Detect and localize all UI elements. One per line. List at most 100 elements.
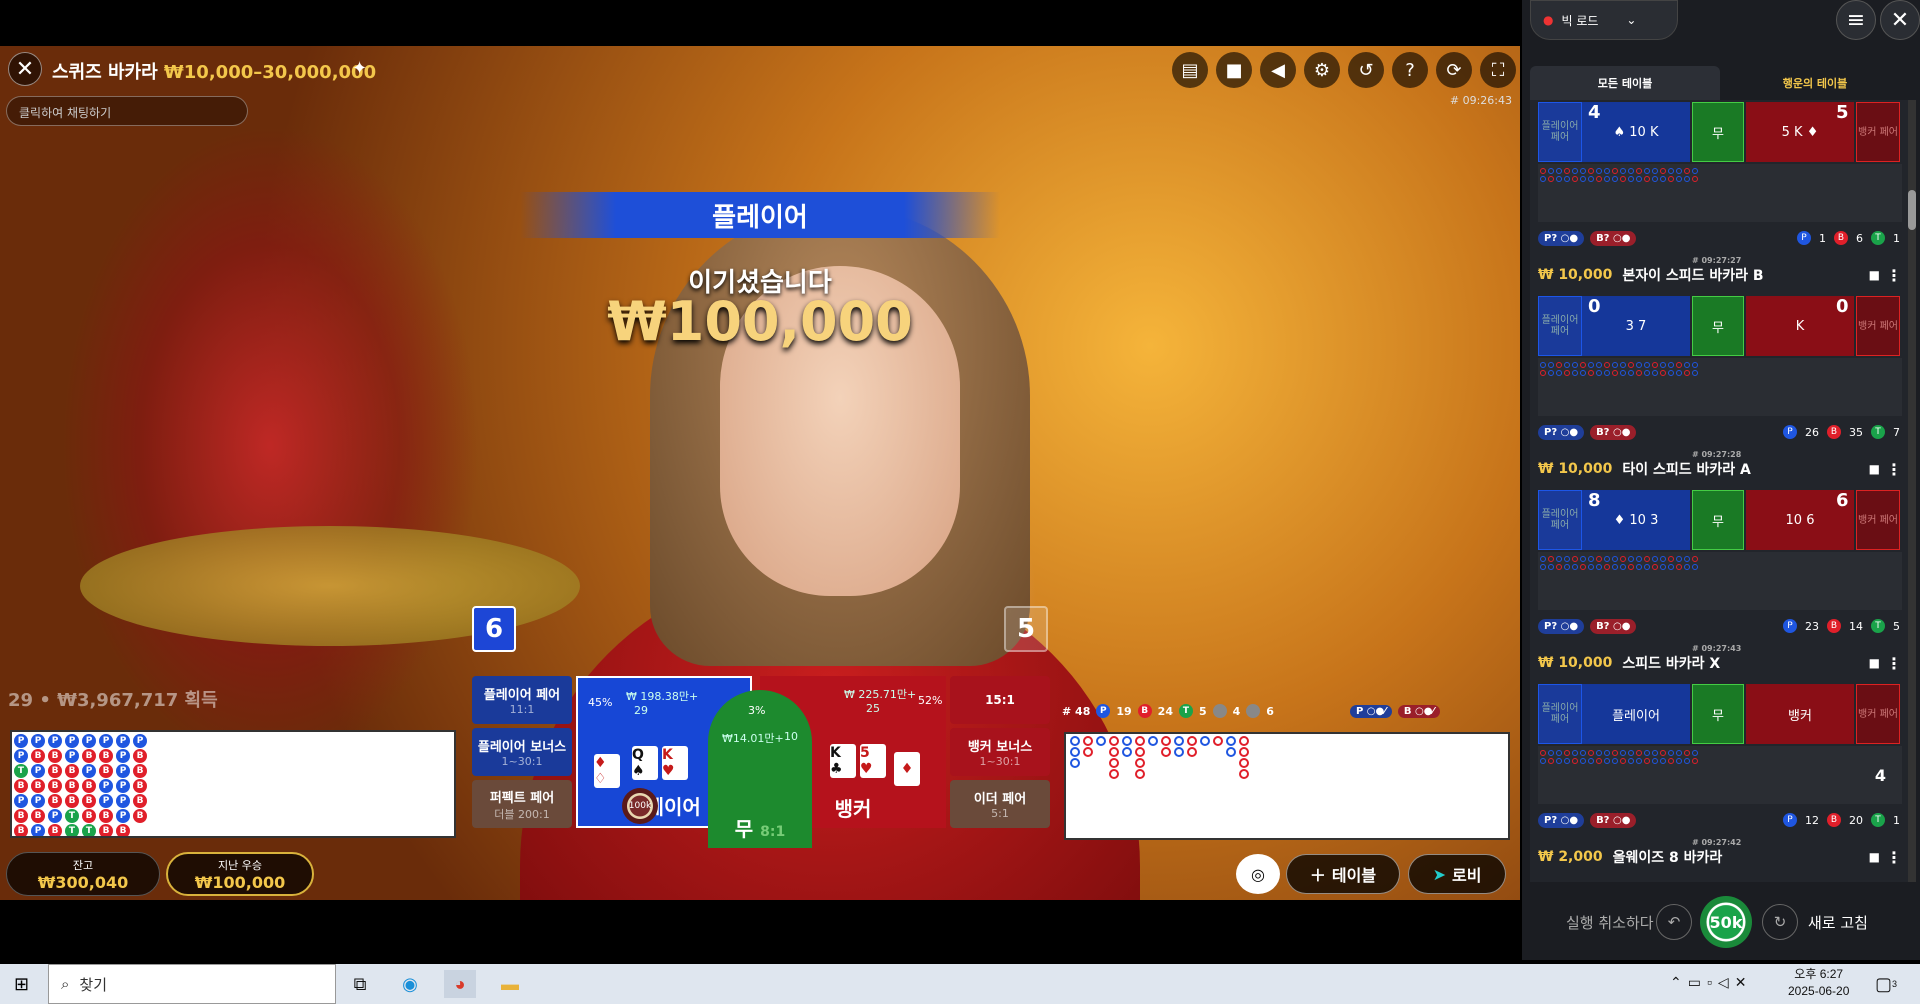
- either-pair-bet[interactable]: 이더 페어 5:1: [950, 780, 1050, 828]
- menu-icon: ≡: [1846, 7, 1866, 33]
- video-icon[interactable]: ■: [1869, 850, 1880, 864]
- chrome-icon[interactable]: ◕: [444, 970, 476, 998]
- player-pair-spot[interactable]: 플레이어 페어: [1538, 102, 1582, 162]
- video-icon[interactable]: ■: [1216, 52, 1252, 88]
- table-card[interactable]: ₩ 2,000 올웨이즈 8 바카라 # 09:27:42 ■ ⋮: [1530, 838, 1910, 876]
- banker-spot[interactable]: 뱅커: [1746, 684, 1854, 744]
- clock[interactable]: 오후 6:27 2025-06-20: [1788, 966, 1849, 1000]
- lobby-button[interactable]: ➤ 로비: [1408, 854, 1506, 894]
- tie-spot[interactable]: 무: [1692, 490, 1744, 550]
- table-card[interactable]: ₩ 10,000 스피드 바카라 X # 09:27:43 ■ ⋮ 플레이어 페어 플레이어…: [1530, 644, 1910, 836]
- player-predict[interactable]: P? ○●: [1538, 424, 1585, 440]
- banker-bonus-bet[interactable]: 뱅커 보너스 1~30:1: [950, 728, 1050, 776]
- table-min-bet: ₩ 2,000: [1538, 849, 1603, 865]
- chip-selector[interactable]: 50k: [1700, 896, 1752, 948]
- big-road-mark: [1135, 747, 1145, 757]
- video-icon[interactable]: ■: [1869, 656, 1880, 670]
- player-pair-spot[interactable]: 플레이어 페어: [1538, 490, 1582, 550]
- tie-bet-amount: ₩14.01만+: [722, 732, 784, 745]
- rotate-icon[interactable]: ⟳: [1436, 52, 1472, 88]
- add-table-button[interactable]: ＋ 테이블: [1286, 854, 1400, 894]
- help-icon[interactable]: ?: [1392, 52, 1428, 88]
- more-icon[interactable]: ⋮: [1886, 266, 1902, 285]
- player-predict[interactable]: P? ○●: [1538, 618, 1585, 634]
- big-road-mark: [1070, 747, 1080, 757]
- table-name: 올웨이즈 8 바카라: [1612, 850, 1723, 866]
- table-card[interactable]: ₩ 10,000 본자이 스피드 바카라 B # 09:27:27 ■ ⋮ 플레이어 페어…: [1530, 256, 1910, 448]
- close-button[interactable]: ✕: [8, 52, 42, 86]
- more-icon[interactable]: ⋮: [1886, 460, 1902, 479]
- big-road-mark: [1226, 736, 1236, 746]
- big-road-mark: [1213, 736, 1223, 746]
- player-predict[interactable]: P? ○●: [1538, 812, 1585, 828]
- banker-predict[interactable]: B? ○●: [1590, 618, 1637, 634]
- undo-button[interactable]: ↶: [1656, 904, 1692, 940]
- task-view-icon[interactable]: ⧉: [344, 970, 376, 998]
- edge-icon[interactable]: ◉: [394, 970, 426, 998]
- table-card[interactable]: ₩ 10,000 타이 스피드 바카라 A # 09:27:28 ■ ⋮ 플레이어 페어 ♦…: [1530, 450, 1910, 642]
- more-icon[interactable]: ⋮: [1886, 848, 1902, 867]
- banker-pair-spot[interactable]: 뱅커 페어: [1856, 296, 1900, 356]
- banker-predict[interactable]: B? ○●: [1590, 424, 1637, 440]
- panel-scrollbar[interactable]: [1908, 100, 1916, 882]
- chat-input[interactable]: 클릭하여 채팅하기: [6, 96, 248, 126]
- tab-lucky-tables[interactable]: 행운의 테이블: [1720, 66, 1910, 100]
- banker-pair-spot[interactable]: 뱅커 페어: [1856, 490, 1900, 550]
- banker-pair-spot[interactable]: 뱅커 페어: [1856, 102, 1900, 162]
- player-spot[interactable]: 플레이어: [1582, 684, 1690, 744]
- big-road-mark: [1109, 736, 1119, 746]
- notification-icon[interactable]: ▢ 3: [1870, 970, 1902, 998]
- road-type-select[interactable]: ● 빅 로드 ⌄: [1530, 0, 1678, 40]
- tie-spot[interactable]: 무: [1692, 296, 1744, 356]
- bead-B: B: [65, 779, 79, 793]
- tie-bet-label: 무: [734, 817, 754, 841]
- banker-pair-bet[interactable]: 15:1: [950, 676, 1050, 724]
- tie-bet-pct: 3%: [748, 704, 766, 717]
- table-tabs: 모든 테이블 행운의 테이블: [1530, 66, 1910, 100]
- system-tray[interactable]: ⌃▭▫◁✕: [1670, 974, 1752, 991]
- perfect-pair-bet[interactable]: 퍼펙트 페어 더블 200:1: [472, 780, 572, 828]
- banker-predict[interactable]: B ○●⁄: [1397, 704, 1441, 718]
- mini-road-mark: [1668, 564, 1674, 570]
- mini-road-mark: [1668, 758, 1674, 764]
- table-card[interactable]: 플레이어 페어 ♠ 10 K4무5 K ♦ 5 뱅커 페어 P? ○● B? ○● P 1 B 6…: [1530, 100, 1910, 254]
- banker-predict[interactable]: B? ○●: [1590, 230, 1637, 246]
- mini-road-mark: [1548, 564, 1554, 570]
- fullscreen-icon[interactable]: ⛶: [1480, 52, 1516, 88]
- taskbar-search[interactable]: ⌕ 찾기: [48, 964, 336, 1004]
- panel-close-button[interactable]: ✕: [1880, 0, 1920, 40]
- player-bonus-bet[interactable]: 플레이어 보너스 1~30:1: [472, 728, 572, 776]
- mini-road-mark: [1684, 168, 1690, 174]
- history-icon[interactable]: ↺: [1348, 52, 1384, 88]
- player-predict[interactable]: P? ○●: [1538, 230, 1585, 246]
- settings-icon[interactable]: ⚙: [1304, 52, 1340, 88]
- player-pair-spot[interactable]: 플레이어 페어: [1538, 296, 1582, 356]
- banker-pair-spot[interactable]: 뱅커 페어: [1856, 684, 1900, 744]
- mini-road-mark: [1596, 564, 1602, 570]
- tie-bet[interactable]: 3% ₩14.01만+ 10 무 8:1: [708, 690, 812, 848]
- refresh-button[interactable]: ↻: [1762, 904, 1798, 940]
- mini-road-mark: [1652, 750, 1658, 756]
- tie-spot[interactable]: 무: [1692, 102, 1744, 162]
- player-predict[interactable]: P ○●⁄: [1349, 704, 1392, 718]
- menu-button[interactable]: ≡: [1836, 0, 1876, 40]
- tie-spot[interactable]: 무: [1692, 684, 1744, 744]
- player-pair-spot[interactable]: 플레이어 페어: [1538, 684, 1582, 744]
- volume-icon[interactable]: ◀: [1260, 52, 1296, 88]
- more-icon[interactable]: ⋮: [1886, 654, 1902, 673]
- table-min-bet: ₩ 10,000: [1538, 267, 1613, 283]
- bead-P: P: [116, 779, 130, 793]
- tab-all-tables[interactable]: 모든 테이블: [1530, 66, 1720, 100]
- table-card-footer: P? ○● B? ○● P 26 B 35 T 7: [1530, 416, 1910, 448]
- chat-icon[interactable]: ▤: [1172, 52, 1208, 88]
- video-icon[interactable]: ■: [1869, 268, 1880, 282]
- tie-count: 1: [1893, 231, 1900, 245]
- file-explorer-icon[interactable]: ▬: [494, 970, 526, 998]
- pin-icon[interactable]: ✦: [352, 58, 367, 79]
- banker-predict[interactable]: B? ○●: [1590, 812, 1637, 828]
- chip-stack-button[interactable]: ◎: [1236, 854, 1280, 894]
- video-icon[interactable]: ■: [1869, 462, 1880, 476]
- big-road-mark: [1239, 769, 1249, 779]
- player-pair-bet[interactable]: 플레이어 페어 11:1: [472, 676, 572, 724]
- windows-start-icon[interactable]: ⊞: [14, 974, 34, 994]
